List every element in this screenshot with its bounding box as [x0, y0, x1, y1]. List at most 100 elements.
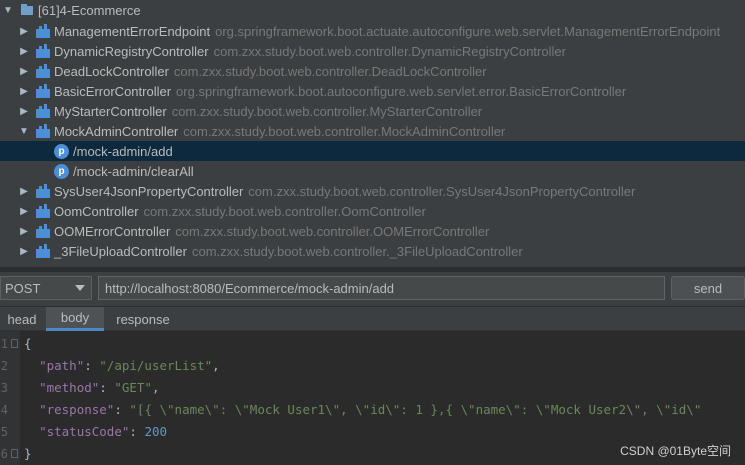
watermark-text: CSDN @01Byte空间 [620, 444, 731, 458]
post-method-icon: p [54, 143, 69, 159]
tree-item-controller[interactable]: ▶ DeadLockController com.zxx.study.boot.… [0, 61, 745, 81]
tree-item-controller[interactable]: ▶ MyStarterController com.zxx.study.boot… [0, 101, 745, 121]
endpoint-path: /mock-admin/clearAll [73, 163, 194, 179]
controller-icon [36, 24, 50, 38]
chevron-right-icon[interactable]: ▶ [18, 181, 30, 201]
send-button[interactable]: send [671, 276, 745, 300]
chevron-right-icon[interactable]: ▶ [18, 221, 30, 241]
chevron-right-icon[interactable]: ▶ [18, 241, 30, 261]
json-sep: : [129, 424, 145, 439]
controller-name: BasicErrorController [54, 83, 172, 99]
dropdown-arrow-icon [75, 285, 85, 291]
chevron-down-icon[interactable]: ▼ [18, 121, 30, 141]
controller-icon [36, 124, 50, 138]
controller-package: com.zxx.study.boot.web.controller.OomCon… [143, 203, 426, 219]
controller-icon [36, 64, 50, 78]
code-line: "method": "GET", [24, 377, 745, 399]
json-string: "[{ \"name\": \"Mock User1\", \"id\": 1 … [129, 402, 702, 417]
line-number: 1 [0, 337, 8, 351]
chevron-right-icon[interactable]: ▶ [18, 21, 30, 41]
controller-package: com.zxx.study.boot.web.controller.SysUse… [248, 183, 636, 199]
controller-name: OomController [54, 203, 139, 219]
controller-icon [36, 84, 50, 98]
json-sep: : [99, 380, 115, 395]
line-number: 2 [0, 359, 8, 373]
json-key: "path" [39, 358, 85, 373]
chevron-down-icon[interactable]: ▼ [2, 0, 14, 20]
controller-icon [36, 44, 50, 58]
endpoint-path: /mock-admin/add [73, 143, 173, 159]
tree-item-endpoint-selected[interactable]: p /mock-admin/add [0, 141, 745, 161]
request-bar: POST http://localhost:8080/Ecommerce/moc… [0, 272, 745, 306]
code-line: "path": "/api/userList", [24, 355, 745, 377]
tree-item-controller[interactable]: ▶ OomController com.zxx.study.boot.web.c… [0, 201, 745, 221]
code-line: "statusCode": 200 [24, 421, 745, 443]
request-tabs: head body response [0, 307, 745, 331]
line-number: 6 [0, 447, 8, 461]
controller-package: com.zxx.study.boot.web.controller.DeadLo… [173, 63, 487, 79]
controller-name: SysUser4JsonPropertyController [54, 183, 244, 199]
tree-item-controller[interactable]: ▶ _3FileUploadController com.zxx.study.b… [0, 241, 745, 261]
chevron-right-icon[interactable]: ▶ [18, 61, 30, 81]
json-key: "method" [39, 380, 100, 395]
line-number: 3 [0, 381, 8, 395]
tab-body[interactable]: body [46, 307, 104, 331]
tree-item-controller-expanded[interactable]: ▼ MockAdminController com.zxx.study.boot… [0, 121, 745, 141]
controller-name: DeadLockController [54, 63, 169, 79]
tree-item-controller[interactable]: ▶ SysUser4JsonPropertyController com.zxx… [0, 181, 745, 201]
chevron-right-icon[interactable]: ▶ [18, 101, 30, 121]
tree-item-endpoint[interactable]: p /mock-admin/clearAll [0, 161, 745, 181]
method-select[interactable]: POST [0, 276, 92, 300]
controller-package: com.zxx.study.boot.web.controller._3File… [191, 243, 523, 259]
line-number: 4 [0, 403, 8, 417]
controller-icon [36, 104, 50, 118]
post-method-icon: p [54, 163, 69, 179]
json-number: 200 [144, 424, 168, 439]
json-brace: } [24, 446, 32, 461]
controller-icon [36, 244, 50, 258]
json-key: "response" [39, 402, 115, 417]
root-label: [61]4-Ecommerce [38, 2, 141, 18]
tree-item-controller[interactable]: ▶ BasicErrorController org.springframewo… [0, 81, 745, 101]
json-sep: : [114, 402, 130, 417]
controller-package: org.springframework.boot.autoconfigure.w… [176, 83, 627, 99]
fold-icon[interactable] [11, 339, 18, 348]
tree-item-controller[interactable]: ▶ OOMErrorController com.zxx.study.boot.… [0, 221, 745, 241]
controller-name: ManagementErrorEndpoint [54, 23, 211, 39]
tree-item-controller[interactable]: ▶ ManagementErrorEndpoint org.springfram… [0, 21, 745, 41]
controller-name: OOMErrorController [54, 223, 171, 239]
json-string: "GET" [114, 380, 152, 395]
code-line: "response": "[{ \"name\": \"Mock User1\"… [24, 399, 745, 421]
json-comma: , [151, 380, 160, 395]
json-brace: { [24, 336, 32, 351]
tab-head[interactable]: head [0, 307, 44, 331]
tree-root[interactable]: ▼ [61]4-Ecommerce [0, 0, 745, 20]
line-number: 5 [0, 425, 8, 439]
tab-response[interactable]: response [106, 307, 180, 331]
controller-tree: ▼ [61]4-Ecommerce ▶ ManagementErrorEndpo… [0, 0, 745, 267]
controller-name: _3FileUploadController [54, 243, 187, 259]
controller-name: MyStarterController [54, 103, 167, 119]
controller-package: com.zxx.study.boot.web.controller.MockAd… [183, 123, 506, 139]
json-string: "/api/userList" [99, 358, 213, 373]
controller-icon [36, 224, 50, 238]
controller-package: com.zxx.study.boot.web.controller.Dynami… [213, 43, 566, 59]
controller-name: DynamicRegistryController [54, 43, 209, 59]
body-editor[interactable]: 1 2 3 4 5 6 { "path": "/api/userList", "… [0, 331, 745, 465]
url-input[interactable]: http://localhost:8080/Ecommerce/mock-adm… [98, 276, 665, 300]
tree-item-controller[interactable]: ▶ DynamicRegistryController com.zxx.stud… [0, 41, 745, 61]
chevron-right-icon[interactable]: ▶ [18, 81, 30, 101]
controller-package: com.zxx.study.boot.web.controller.MyStar… [171, 103, 483, 119]
method-value: POST [5, 280, 41, 296]
url-value: http://localhost:8080/Ecommerce/mock-adm… [105, 280, 395, 296]
controller-icon [36, 184, 50, 198]
module-icon [20, 3, 34, 17]
json-sep: : [84, 358, 100, 373]
chevron-right-icon[interactable]: ▶ [18, 41, 30, 61]
controller-icon [36, 204, 50, 218]
controller-package: com.zxx.study.boot.web.controller.OOMErr… [175, 223, 490, 239]
controller-package: org.springframework.boot.actuate.autocon… [215, 23, 721, 39]
chevron-right-icon[interactable]: ▶ [18, 201, 30, 221]
fold-icon[interactable] [11, 449, 18, 458]
json-key: "statusCode" [39, 424, 130, 439]
